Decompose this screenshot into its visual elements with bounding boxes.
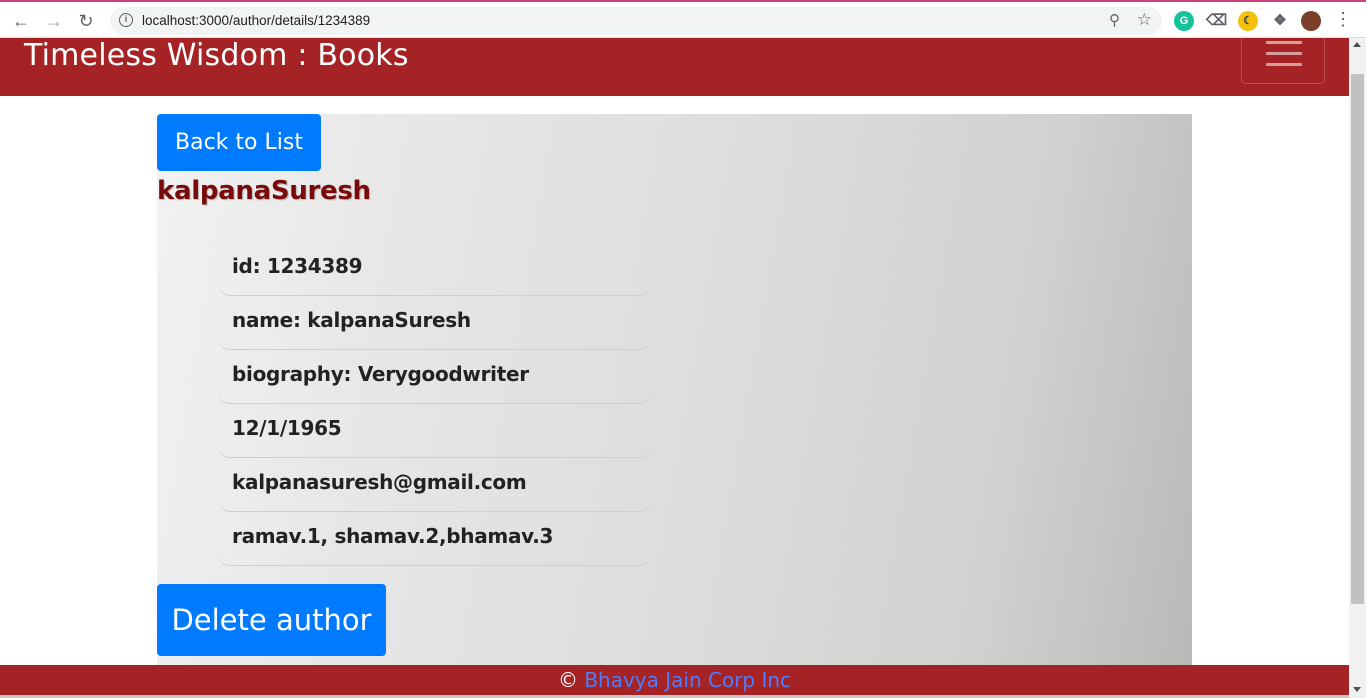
author-details-list: id: 1234389 name: kalpanaSuresh biograph… <box>218 242 651 566</box>
detail-id: id: 1234389 <box>218 242 651 296</box>
scrollbar-thumb[interactable] <box>1351 74 1364 604</box>
hamburger-line-icon <box>1266 63 1302 66</box>
browser-toolbar: ← → ↻ i localhost:3000/author/details/12… <box>0 0 1366 38</box>
detail-email: kalpanasuresh@gmail.com <box>218 458 651 512</box>
avatar[interactable] <box>1301 11 1321 31</box>
forward-arrow-icon[interactable]: → <box>42 9 66 33</box>
zoom-icon[interactable]: ⚲ <box>1109 11 1120 29</box>
url-text[interactable]: localhost:3000/author/details/1234389 <box>142 13 370 28</box>
address-bar[interactable]: i localhost:3000/author/details/1234389 … <box>110 7 1162 35</box>
navbar: Timeless Wisdom : Books <box>0 38 1349 96</box>
hamburger-line-icon <box>1266 41 1302 44</box>
more-menu-icon[interactable]: ⋮ <box>1334 9 1352 30</box>
detail-books: ramav.1, shamav.2,bhamav.3 <box>218 512 651 566</box>
page-viewport: Timeless Wisdom : Books Back to List kal… <box>0 38 1349 698</box>
company-link[interactable]: Bhavya Jain Corp Inc <box>584 668 791 692</box>
navbar-toggle-button[interactable] <box>1241 38 1325 84</box>
grammarly-icon[interactable]: G <box>1174 11 1194 31</box>
scroll-up-icon[interactable] <box>1353 42 1361 47</box>
brand-title[interactable]: Timeless Wisdom : Books <box>24 38 409 73</box>
footer: © Bhavya Jain Corp Inc <box>0 665 1349 698</box>
hamburger-line-icon <box>1266 52 1302 55</box>
detail-name: name: kalpanaSuresh <box>218 296 651 350</box>
detail-birthdate: 12/1/1965 <box>218 404 651 458</box>
star-icon[interactable]: ☆ <box>1137 10 1152 30</box>
author-name-heading: kalpanaSuresh <box>157 176 371 206</box>
reload-icon[interactable]: ↻ <box>74 9 98 33</box>
back-arrow-icon[interactable]: ← <box>9 9 33 33</box>
info-icon[interactable]: i <box>119 13 133 27</box>
page-scrollbar[interactable] <box>1349 38 1366 698</box>
copyright-symbol: © <box>557 668 578 692</box>
puzzle-icon[interactable]: ❖ <box>1270 11 1290 31</box>
detail-biography: biography: Verygoodwriter <box>218 350 651 404</box>
back-to-list-button[interactable]: Back to List <box>157 114 321 171</box>
delete-author-button[interactable]: Delete author <box>157 584 386 656</box>
eraser-icon[interactable]: ⌫ <box>1206 11 1227 31</box>
moon-icon[interactable]: ☾ <box>1238 11 1258 31</box>
scroll-down-icon[interactable] <box>1353 687 1361 692</box>
